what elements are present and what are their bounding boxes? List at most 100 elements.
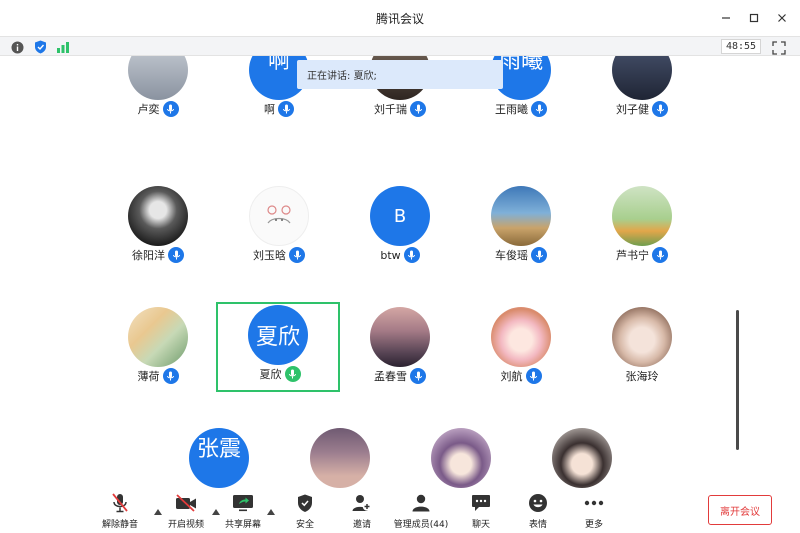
chat-icon	[472, 495, 490, 511]
more-icon	[584, 500, 604, 506]
close-icon	[778, 14, 786, 22]
participant-grid: 卢奕 啊 啊 刘千瑞 雨曦 王雨曦 刘子健 徐阳洋 刘玉晗 B btw 车俊瑶 …	[0, 56, 800, 488]
speaking-label: 正在讲话:	[307, 71, 351, 82]
avatar: 夏欣	[248, 305, 308, 365]
security-button[interactable]: 安全	[276, 492, 334, 530]
security-status-button[interactable]	[33, 40, 47, 54]
start-video-button[interactable]: 开启视频	[157, 492, 215, 530]
participant-tile[interactable]	[278, 425, 402, 488]
avatar	[491, 186, 551, 246]
participant-name: 刘玉晗	[253, 249, 286, 262]
avatar	[128, 307, 188, 367]
info-icon	[11, 41, 23, 53]
participant-name: 夏欣	[259, 368, 282, 381]
manage-members-button[interactable]: 管理成员(44)	[392, 492, 450, 530]
share-screen-icon	[233, 495, 253, 512]
participant-tile[interactable]: 芦书宁	[580, 183, 704, 273]
caret-up-icon	[267, 509, 275, 515]
participant-tile[interactable]: 卢奕	[96, 56, 220, 127]
add-user-icon	[352, 495, 372, 511]
participant-tile[interactable]: 张震	[157, 425, 281, 488]
title-bar: 腾讯会议	[0, 0, 800, 36]
mic-icon	[289, 247, 305, 263]
members-icon	[412, 494, 430, 512]
participant-tile[interactable]: 车俊瑶	[459, 183, 583, 273]
participant-name: 刘子健	[616, 103, 649, 116]
speaking-indicator: 正在讲话: 夏欣;	[297, 60, 503, 89]
participant-name: 卢奕	[137, 103, 160, 116]
participant-tile[interactable]: 刘航	[459, 304, 583, 394]
participant-tile-active-speaker[interactable]: 夏欣 夏欣	[216, 302, 340, 392]
avatar	[128, 186, 188, 246]
avatar	[552, 428, 612, 488]
mic-speaking-icon	[284, 366, 301, 382]
share-screen-button[interactable]: 共享屏幕	[214, 492, 272, 530]
avatar: 张震	[189, 428, 249, 488]
shield-icon	[298, 494, 312, 512]
reactions-button[interactable]: 表情	[509, 492, 567, 530]
avatar	[249, 186, 309, 246]
participant-tile[interactable]: 孟春雪	[338, 304, 462, 394]
shield-icon	[34, 40, 46, 54]
meeting-toolbar: 解除静音 开启视频 共享屏幕 安全 邀请 管理成员(44) 聊天 表情 更多 离…	[0, 488, 800, 533]
participant-name: 芦书宁	[616, 249, 649, 262]
signal-icon	[57, 42, 69, 53]
avatar	[370, 307, 430, 367]
participant-name: 刘千瑞	[374, 103, 407, 116]
participant-tile[interactable]: B btw	[338, 183, 462, 273]
mic-icon	[403, 247, 420, 263]
participant-tile[interactable]: 徐阳洋	[96, 183, 220, 273]
meeting-timer: 48:55	[721, 39, 761, 54]
participant-name: 张海玲	[625, 370, 659, 383]
mic-icon	[410, 368, 426, 384]
avatar	[310, 428, 370, 488]
avatar	[612, 186, 672, 246]
participant-tile[interactable]: 张海玲	[580, 304, 704, 394]
share-options-caret[interactable]	[267, 500, 275, 515]
minimize-icon	[722, 17, 730, 19]
unmute-button[interactable]: 解除静音	[91, 492, 149, 530]
speaking-name: 夏欣;	[353, 71, 377, 82]
avatar: B	[370, 186, 430, 246]
participant-tile[interactable]: 刘子健	[580, 56, 704, 127]
mic-icon	[162, 368, 179, 384]
invite-button[interactable]: 邀请	[333, 492, 391, 530]
minimize-button[interactable]	[714, 8, 738, 28]
smile-icon	[529, 494, 547, 512]
participant-tile[interactable]	[399, 425, 523, 488]
meeting-window: 腾讯会议 48:55 正在讲话: 夏欣; 卢奕 啊 啊 刘千瑞 雨曦 王雨曦 刘…	[0, 0, 800, 533]
maximize-button[interactable]	[742, 8, 766, 28]
close-button[interactable]	[770, 8, 794, 28]
participant-name: 徐阳洋	[132, 249, 165, 262]
participant-name: 车俊瑶	[495, 249, 528, 262]
meeting-info-button[interactable]	[10, 40, 24, 54]
chat-button[interactable]: 聊天	[452, 492, 510, 530]
participant-tile[interactable]	[520, 425, 644, 488]
window-controls	[714, 8, 794, 28]
mic-icon	[531, 101, 547, 117]
participant-tile[interactable]: 刘玉晗	[217, 183, 341, 273]
mic-icon	[278, 101, 294, 117]
camera-off-icon	[176, 494, 196, 512]
mic-icon	[410, 101, 426, 117]
leave-meeting-button[interactable]: 离开会议	[708, 495, 772, 525]
mic-icon	[652, 247, 668, 263]
avatar	[491, 307, 551, 367]
avatar	[431, 428, 491, 488]
more-button[interactable]: 更多	[565, 492, 623, 530]
participant-name: 王雨曦	[495, 103, 528, 116]
mic-icon	[652, 101, 668, 117]
fullscreen-icon	[772, 41, 786, 55]
mic-muted-icon	[112, 493, 128, 513]
grid-scrollbar[interactable]	[736, 310, 739, 450]
participant-name: 薄荷	[137, 370, 160, 383]
maximize-icon	[749, 13, 759, 23]
fullscreen-button[interactable]	[772, 40, 786, 55]
participant-name: 刘航	[500, 370, 523, 383]
meeting-info-bar: 48:55	[0, 36, 800, 56]
network-status-button[interactable]	[56, 40, 70, 54]
mic-icon	[168, 247, 184, 263]
participant-name: 孟春雪	[374, 370, 407, 383]
participant-name: btw	[380, 248, 401, 262]
participant-tile[interactable]: 薄荷	[96, 304, 220, 394]
